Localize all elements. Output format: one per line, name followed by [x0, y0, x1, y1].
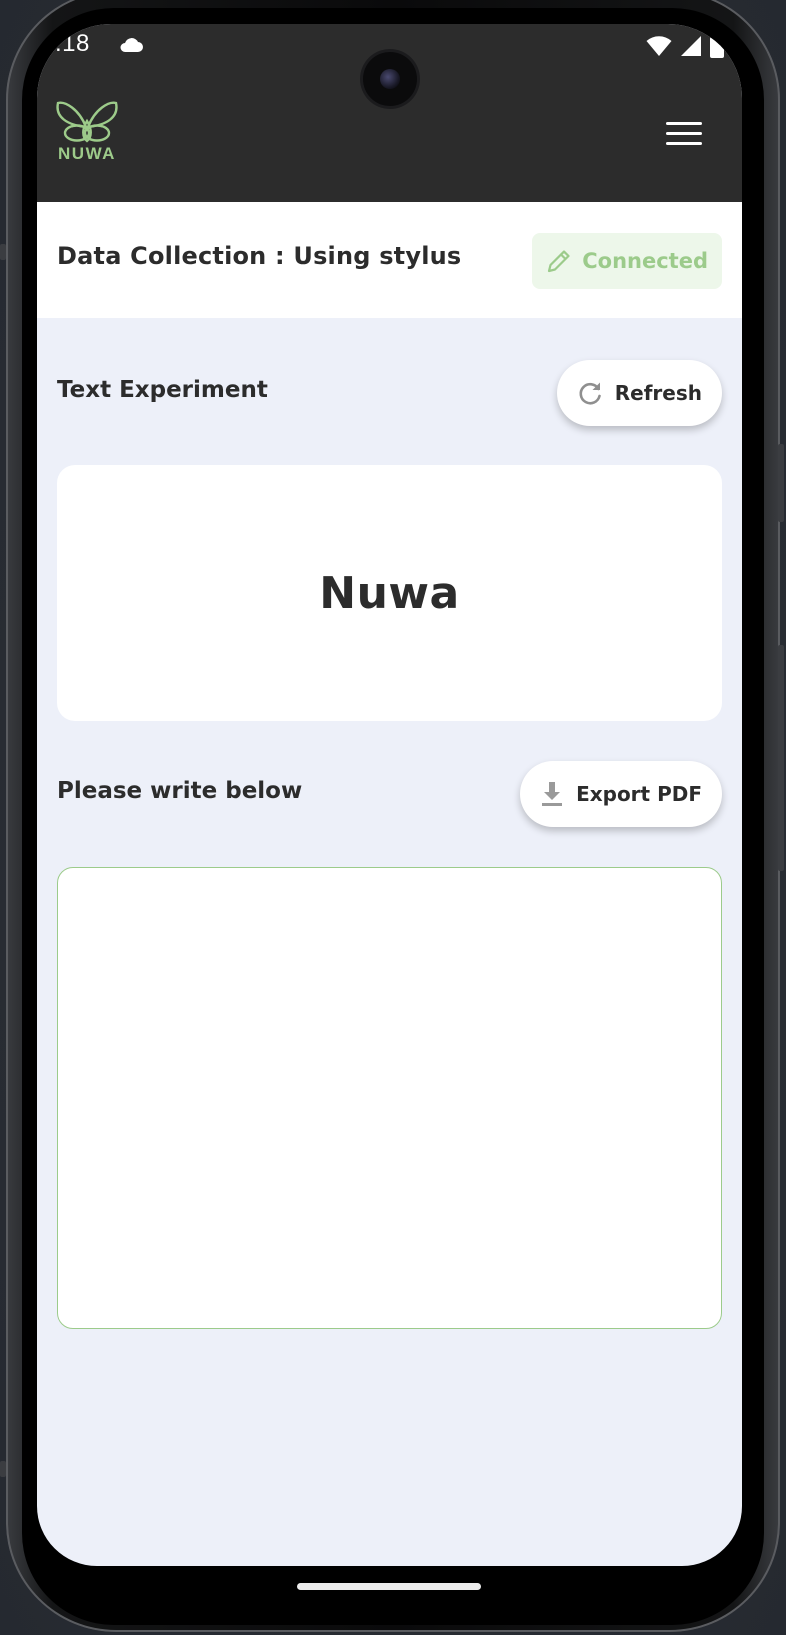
connection-status-badge: Connected	[532, 233, 722, 289]
wifi-icon	[646, 36, 672, 56]
home-indicator[interactable]	[297, 1583, 481, 1590]
left-button	[0, 244, 6, 260]
export-pdf-button[interactable]: Export PDF	[520, 761, 722, 827]
status-time: :18	[55, 30, 90, 57]
logo-wordmark: NUWA	[58, 144, 116, 163]
left-button-lower	[0, 1461, 6, 1477]
power-button	[778, 645, 784, 871]
stylus-writing-canvas[interactable]	[57, 867, 722, 1329]
experiment-section-label: Text Experiment	[57, 377, 268, 403]
pencil-icon	[548, 250, 570, 273]
signal-icon	[681, 36, 701, 56]
page-header: Data Collection : Using stylus Connected	[37, 202, 742, 318]
page-title: Data Collection : Using stylus	[57, 242, 462, 270]
target-word-card: Nuwa	[57, 465, 722, 721]
export-pdf-label: Export PDF	[576, 782, 702, 806]
cloud-icon	[120, 38, 143, 52]
menu-line-icon	[666, 132, 702, 135]
writing-section-label: Please write below	[57, 778, 303, 804]
app-screen: :18 NUWA Data Collection: Using stylus …	[37, 24, 742, 1566]
download-icon	[542, 782, 563, 806]
hamburger-menu-button[interactable]	[666, 122, 702, 148]
front-camera	[363, 52, 417, 106]
target-word: Nuwa	[319, 567, 460, 619]
status-icons	[646, 34, 724, 58]
refresh-button[interactable]: Refresh	[556, 360, 722, 426]
app-bar: :18 NUWA	[37, 24, 742, 202]
refresh-button-label: Refresh	[614, 381, 702, 405]
connection-status-text: Connected	[582, 249, 708, 273]
volume-button	[778, 444, 784, 522]
menu-line-icon	[666, 122, 702, 125]
refresh-icon	[579, 382, 601, 405]
menu-line-icon	[666, 142, 702, 145]
battery-icon	[710, 34, 724, 58]
device-frame: :18 NUWA Data Collection: Using stylus …	[0, 0, 786, 1635]
